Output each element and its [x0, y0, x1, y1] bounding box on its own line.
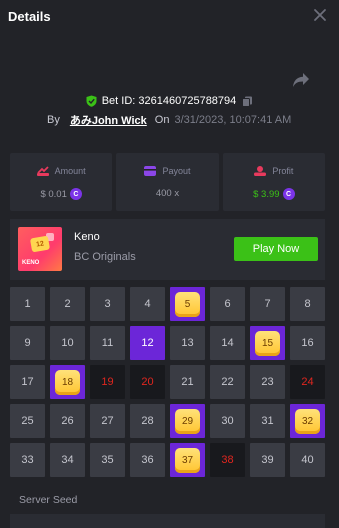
keno-cell-miss: 19	[90, 365, 125, 399]
hit-gem: 37	[175, 447, 200, 473]
keno-cell-miss: 20	[130, 365, 165, 399]
share-icon[interactable]	[292, 72, 310, 88]
payout-label: Payout	[162, 166, 191, 176]
keno-cell: 23	[250, 365, 285, 399]
keno-cell: 36	[130, 443, 165, 477]
game-name: Keno	[74, 231, 100, 243]
stat-payout: Payout 400 x	[116, 153, 219, 211]
keno-cell: 13	[170, 326, 205, 360]
keno-cell: 16	[290, 326, 325, 360]
bet-id-row: Bet ID: 3261460725788794	[0, 93, 339, 109]
keno-cell: 27	[90, 404, 125, 438]
keno-cell-picked: 12	[130, 326, 165, 360]
hit-gem: 15	[255, 330, 280, 356]
keno-cell: 33	[10, 443, 45, 477]
keno-cell: 26	[50, 404, 85, 438]
on-label: On	[154, 114, 170, 126]
server-seed-label: Server Seed	[19, 494, 78, 506]
keno-cell: 21	[170, 365, 205, 399]
keno-thumbnail[interactable]: 12 KENO	[18, 227, 62, 271]
bet-meta-row: By あみJohn Wick On 3/31/2023, 10:07:41 AM	[47, 113, 291, 127]
bet-id: Bet ID: 3261460725788794	[101, 95, 237, 107]
keno-cell: 30	[210, 404, 245, 438]
amount-label: Amount	[54, 166, 86, 176]
keno-cell-miss: 24	[290, 365, 325, 399]
keno-cell: 14	[210, 326, 245, 360]
keno-cell: 25	[10, 404, 45, 438]
keno-cell-miss: 38	[210, 443, 245, 477]
keno-cell-hit: 15	[250, 326, 285, 360]
keno-cell: 11	[90, 326, 125, 360]
hit-gem: 29	[175, 408, 200, 434]
keno-cell: 9	[10, 326, 45, 360]
page-title: Details	[8, 9, 51, 24]
keno-cell: 3	[90, 287, 125, 321]
keno-cell: 17	[10, 365, 45, 399]
bet-date: 3/31/2023, 10:07:41 AM	[174, 114, 292, 126]
close-icon[interactable]	[313, 8, 327, 22]
amount-value: $ 0.01	[40, 188, 67, 200]
stat-profit: Profit $ 3.99 C	[222, 153, 325, 211]
keno-cell: 34	[50, 443, 85, 477]
keno-cell-hit: 29	[170, 404, 205, 438]
by-label: By	[47, 114, 60, 126]
bet-stats: Amount $ 0.01 C Payout 400 x Profit $ 3.…	[10, 153, 325, 211]
keno-cell: 31	[250, 404, 285, 438]
keno-cell-hit: 5	[170, 287, 205, 321]
hit-gem: 18	[55, 369, 80, 395]
keno-cell: 22	[210, 365, 245, 399]
keno-cell: 4	[130, 287, 165, 321]
verified-shield-icon	[86, 95, 97, 107]
hit-gem: 32	[295, 408, 320, 434]
server-seed-field	[10, 514, 325, 528]
user-link[interactable]: あみJohn Wick	[70, 112, 147, 128]
profit-icon	[254, 166, 267, 176]
thumb-title: KENO	[22, 260, 40, 266]
keno-cell: 6	[210, 287, 245, 321]
game-provider: BC Originals	[74, 251, 136, 263]
keno-cell: 7	[250, 287, 285, 321]
keno-cell-hit: 32	[290, 404, 325, 438]
keno-cell-hit: 18	[50, 365, 85, 399]
hit-gem: 5	[175, 291, 200, 317]
keno-cell: 1	[10, 287, 45, 321]
keno-cell: 10	[50, 326, 85, 360]
profit-value: $ 3.99	[253, 188, 280, 200]
keno-cell: 35	[90, 443, 125, 477]
coin-icon: C	[282, 188, 295, 200]
payout-value: 400 x	[155, 188, 180, 199]
keno-cell: 40	[290, 443, 325, 477]
amount-icon	[36, 166, 49, 176]
keno-cell: 2	[50, 287, 85, 321]
keno-cell: 8	[290, 287, 325, 321]
profit-label: Profit	[272, 166, 294, 176]
coin-icon: C	[69, 188, 82, 200]
game-card: 12 KENO Keno BC Originals Play Now	[10, 219, 325, 280]
keno-cell: 28	[130, 404, 165, 438]
details-header: Details	[0, 0, 339, 34]
copy-icon[interactable]	[242, 96, 253, 107]
thumb-ball: 12	[29, 235, 51, 253]
stat-amount: Amount $ 0.01 C	[10, 153, 113, 211]
keno-cell: 39	[250, 443, 285, 477]
play-now-button[interactable]: Play Now	[234, 237, 318, 261]
payout-icon	[144, 166, 157, 176]
keno-cell-hit: 37	[170, 443, 205, 477]
